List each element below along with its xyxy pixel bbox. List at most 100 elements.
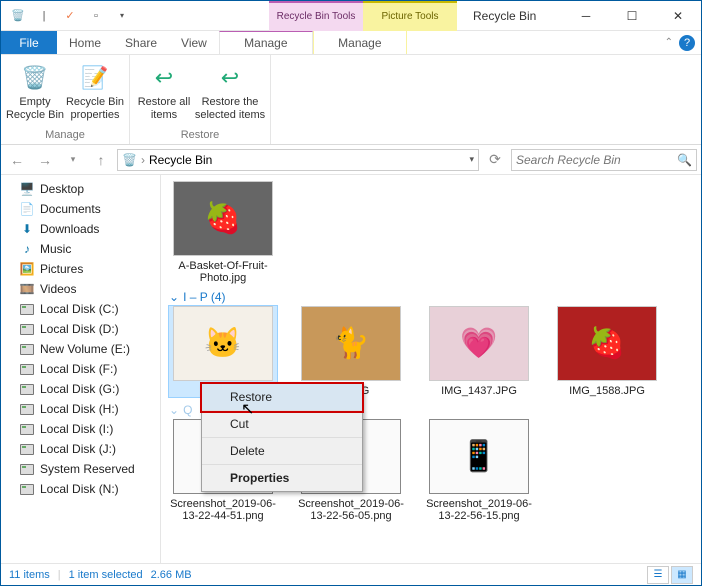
file-item[interactable]: 💗 IMG_1437.JPG: [425, 306, 533, 397]
minimize-button[interactable]: ─: [563, 1, 609, 31]
ribbon-label: Restore the selected items: [194, 96, 266, 122]
restore-all-button[interactable]: ↩ Restore all items: [134, 59, 194, 122]
refresh-button[interactable]: ⟳: [483, 148, 507, 172]
thumbnails-view-button[interactable]: ▦: [671, 566, 693, 584]
menu-home[interactable]: Home: [57, 31, 113, 54]
close-button[interactable]: ✕: [655, 1, 701, 31]
ribbon-label: Empty Recycle Bin: [5, 96, 65, 122]
drive-icon: [19, 382, 35, 396]
ribbon-group-label: Restore: [130, 127, 270, 144]
back-button[interactable]: ←: [5, 148, 29, 172]
qat-folder-icon[interactable]: ▫: [85, 5, 107, 27]
tree-item-music[interactable]: ♪Music: [1, 239, 160, 259]
file-item[interactable]: 🍓 A-Basket-Of-Fruit-Photo.jpg: [169, 181, 277, 284]
tree-item-pictures[interactable]: 🖼️Pictures: [1, 259, 160, 279]
drive-icon: [19, 442, 35, 456]
menu-manage-picture[interactable]: Manage: [313, 31, 407, 54]
chevron-up-icon[interactable]: ⌃: [665, 37, 673, 48]
tree-item-drive-e[interactable]: New Volume (E:): [1, 339, 160, 359]
ribbon-label: Recycle Bin properties: [65, 96, 125, 122]
content-area: 🖥️Desktop 📄Documents ⬇Downloads ♪Music 🖼…: [1, 175, 701, 563]
quick-access-toolbar: 🗑️ | ✓ ▫ ▾: [1, 5, 139, 27]
context-menu-cut[interactable]: Cut: [202, 411, 362, 438]
menu-right: ⌃ ?: [665, 31, 701, 54]
context-menu-restore[interactable]: Restore: [202, 384, 362, 411]
tree-item-downloads[interactable]: ⬇Downloads: [1, 219, 160, 239]
tree-item-drive-h[interactable]: Local Disk (H:): [1, 399, 160, 419]
tree-item-drive-d[interactable]: Local Disk (D:): [1, 319, 160, 339]
ribbon-group-restore: ↩ Restore all items ↩ Restore the select…: [130, 55, 271, 144]
separator: |: [58, 569, 61, 581]
drive-icon: [19, 302, 35, 316]
recycle-bin-properties-button[interactable]: 📝 Recycle Bin properties: [65, 59, 125, 122]
tree-item-drive-n[interactable]: Local Disk (N:): [1, 479, 160, 499]
menu-share[interactable]: Share: [113, 31, 169, 54]
tree-item-drive-j[interactable]: Local Disk (J:): [1, 439, 160, 459]
tree-item-system-reserved[interactable]: System Reserved: [1, 459, 160, 479]
file-name: Screenshot_2019-06-13-22-56-05.png: [297, 498, 405, 522]
tree-item-documents[interactable]: 📄Documents: [1, 199, 160, 219]
breadcrumb-sep: ›: [141, 153, 145, 167]
empty-recycle-bin-button[interactable]: 🗑️ Empty Recycle Bin: [5, 59, 65, 122]
thumbnail: 🐈: [301, 306, 401, 381]
file-name: A-Basket-Of-Fruit-Photo.jpg: [169, 260, 277, 284]
menu-view[interactable]: View: [169, 31, 219, 54]
menu-file[interactable]: File: [1, 31, 57, 54]
tree-item-videos[interactable]: 🎞️Videos: [1, 279, 160, 299]
status-bar: 11 items | 1 item selected 2.66 MB ☰ ▦: [1, 563, 701, 585]
contextual-tab-recycle[interactable]: Recycle Bin Tools: [269, 1, 363, 31]
forward-button[interactable]: →: [33, 148, 57, 172]
properties-icon: 📝: [79, 61, 111, 93]
contextual-tab-picture[interactable]: Picture Tools: [363, 1, 457, 31]
qat-separator: |: [33, 5, 55, 27]
menu-manage-recycle[interactable]: Manage: [219, 31, 313, 54]
drive-icon: [19, 422, 35, 436]
thumbnail: 💗: [429, 306, 529, 381]
tree-item-drive-i[interactable]: Local Disk (I:): [1, 419, 160, 439]
thumbnail: 📱: [429, 419, 529, 494]
titlebar: 🗑️ | ✓ ▫ ▾ Recycle Bin Tools Picture Too…: [1, 1, 701, 31]
window-title: Recycle Bin: [473, 9, 536, 23]
search-input[interactable]: [516, 153, 677, 167]
restore-selected-button[interactable]: ↩ Restore the selected items: [194, 59, 266, 122]
pictures-icon: 🖼️: [19, 262, 35, 276]
ribbon-group-label: Manage: [1, 127, 129, 144]
drive-icon: [19, 362, 35, 376]
file-area[interactable]: 🍓 A-Basket-Of-Fruit-Photo.jpg I – P (4) …: [161, 175, 701, 563]
qat-check-icon[interactable]: ✓: [59, 5, 81, 27]
tree-item-drive-f[interactable]: Local Disk (F:): [1, 359, 160, 379]
address-bar: ← → ▾ ↑ 🗑️ › ▾ ⟳ 🔍: [1, 145, 701, 175]
context-menu-properties[interactable]: Properties: [202, 465, 362, 491]
recycle-bin-icon: 🗑️: [19, 61, 51, 93]
address-dropdown-icon[interactable]: ▾: [469, 154, 474, 165]
recent-dropdown[interactable]: ▾: [61, 148, 85, 172]
up-button[interactable]: ↑: [89, 148, 113, 172]
address-box[interactable]: 🗑️ › ▾: [117, 149, 479, 171]
selection-size: 2.66 MB: [151, 569, 192, 581]
ribbon: 🗑️ Empty Recycle Bin 📝 Recycle Bin prope…: [1, 55, 701, 145]
group-header[interactable]: I – P (4): [169, 284, 693, 306]
tree-item-desktop[interactable]: 🖥️Desktop: [1, 179, 160, 199]
qat-recycle-icon[interactable]: 🗑️: [7, 5, 29, 27]
drive-icon: [19, 462, 35, 476]
tree-item-drive-g[interactable]: Local Disk (G:): [1, 379, 160, 399]
file-item[interactable]: 📱 Screenshot_2019-06-13-22-56-15.png: [425, 419, 533, 522]
navigation-tree: 🖥️Desktop 📄Documents ⬇Downloads ♪Music 🖼…: [1, 175, 161, 563]
menubar: File Home Share View Manage Manage ⌃ ?: [1, 31, 701, 55]
file-item[interactable]: 🍓 IMG_1588.JPG: [553, 306, 661, 397]
tree-item-drive-c[interactable]: Local Disk (C:): [1, 299, 160, 319]
drive-icon: [19, 342, 35, 356]
qat-dropdown-icon[interactable]: ▾: [111, 5, 133, 27]
ribbon-group-manage: 🗑️ Empty Recycle Bin 📝 Recycle Bin prope…: [1, 55, 130, 144]
drive-icon: [19, 482, 35, 496]
details-view-button[interactable]: ☰: [647, 566, 669, 584]
ribbon-label: Restore all items: [134, 96, 194, 122]
search-box[interactable]: 🔍: [511, 149, 697, 171]
search-icon[interactable]: 🔍: [677, 153, 692, 167]
drive-icon: [19, 402, 35, 416]
context-menu-delete[interactable]: Delete: [202, 438, 362, 465]
item-count: 11 items: [9, 569, 50, 581]
address-input[interactable]: [149, 153, 470, 167]
help-icon[interactable]: ?: [679, 35, 695, 51]
maximize-button[interactable]: ☐: [609, 1, 655, 31]
